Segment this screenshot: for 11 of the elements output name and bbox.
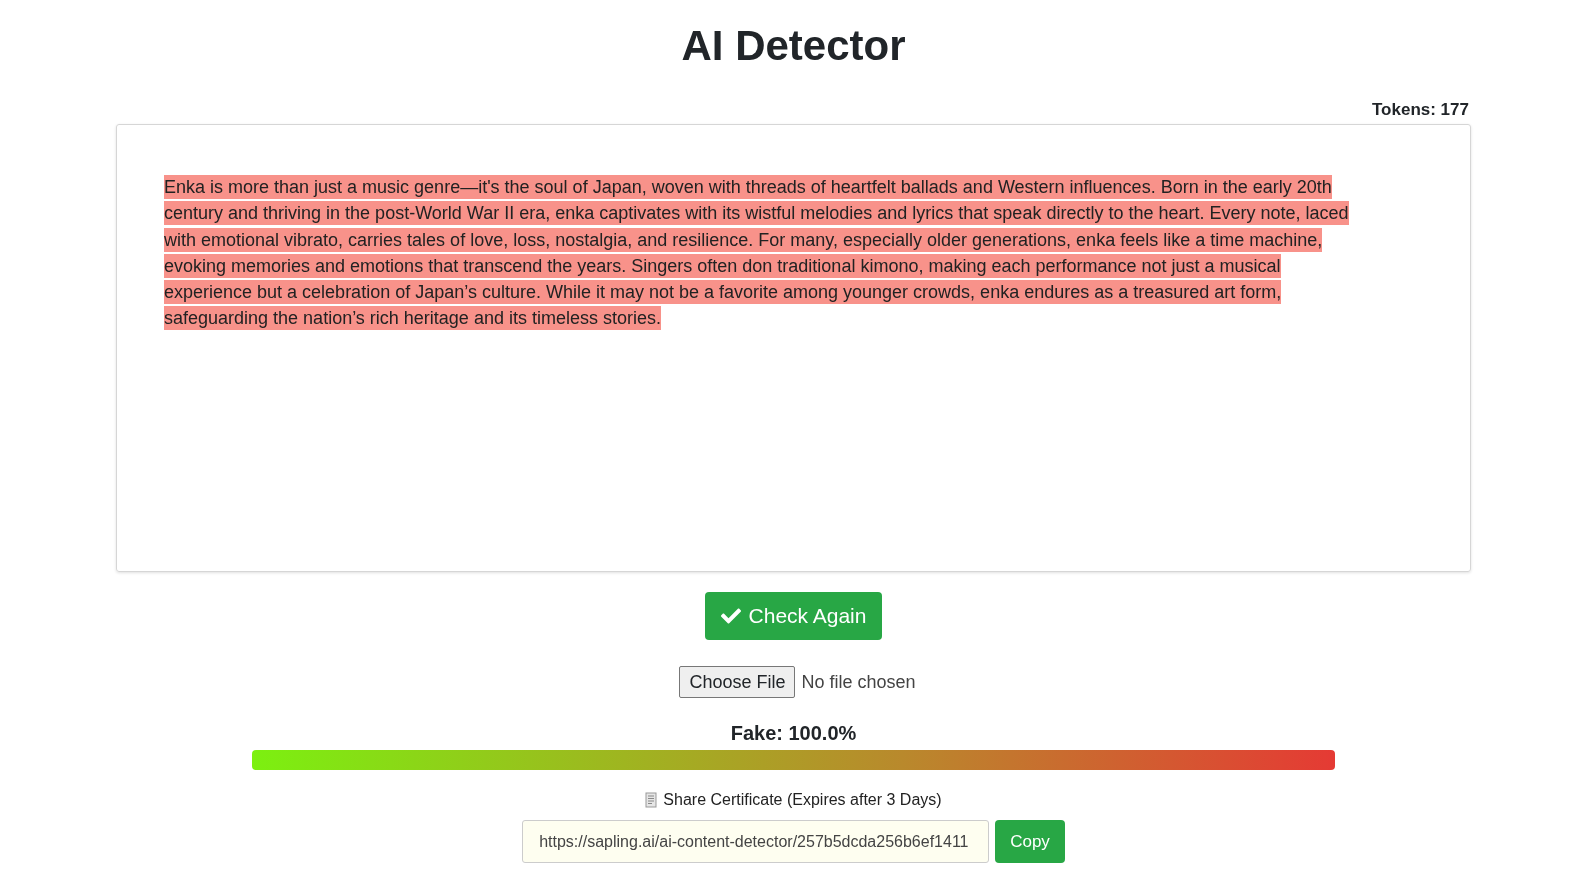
result-label: Fake: 100.0%	[730, 721, 857, 746]
certificate-url-field[interactable]: https://sapling.ai/ai-content-detector/257b5dcda256b6ef1411	[522, 820, 990, 863]
share-certificate-label: Share Certificate (Expires after 3 Days)	[663, 790, 942, 810]
text-area[interactable]	[116, 124, 1471, 572]
passage-text: Enka is more than just a music genre—it's the soul of Japan, woven with threads of heartfelt ballads and Western influences. Born in the early 20th century and thriving in the post-World War II era, enka captivates with its wistful melodies and lyrics that speak directly to the heart. Every note, laced with emotional vibrato, carries tales of love, loss, nostalgia, and resilience. For many, especially older generations, enka feels like a time machine, evoking memories and emotions that transcend the years. Singers often don traditional kimono, making each performance not just a musical experience but a celebration of Japan’s culture. While it may not be a favorite among younger crowds, enka endures as a treasured art form, safeguarding the nation’s rich heritage and its timeless stories.	[164, 174, 1350, 332]
file-status: No file chosen	[801, 670, 916, 694]
choose-file-button[interactable]: Choose File	[679, 666, 796, 698]
page-title: AI Detector	[681, 21, 906, 71]
document-icon	[645, 792, 658, 808]
check-icon	[720, 606, 741, 626]
token-count: Tokens: 177	[1372, 100, 1469, 120]
